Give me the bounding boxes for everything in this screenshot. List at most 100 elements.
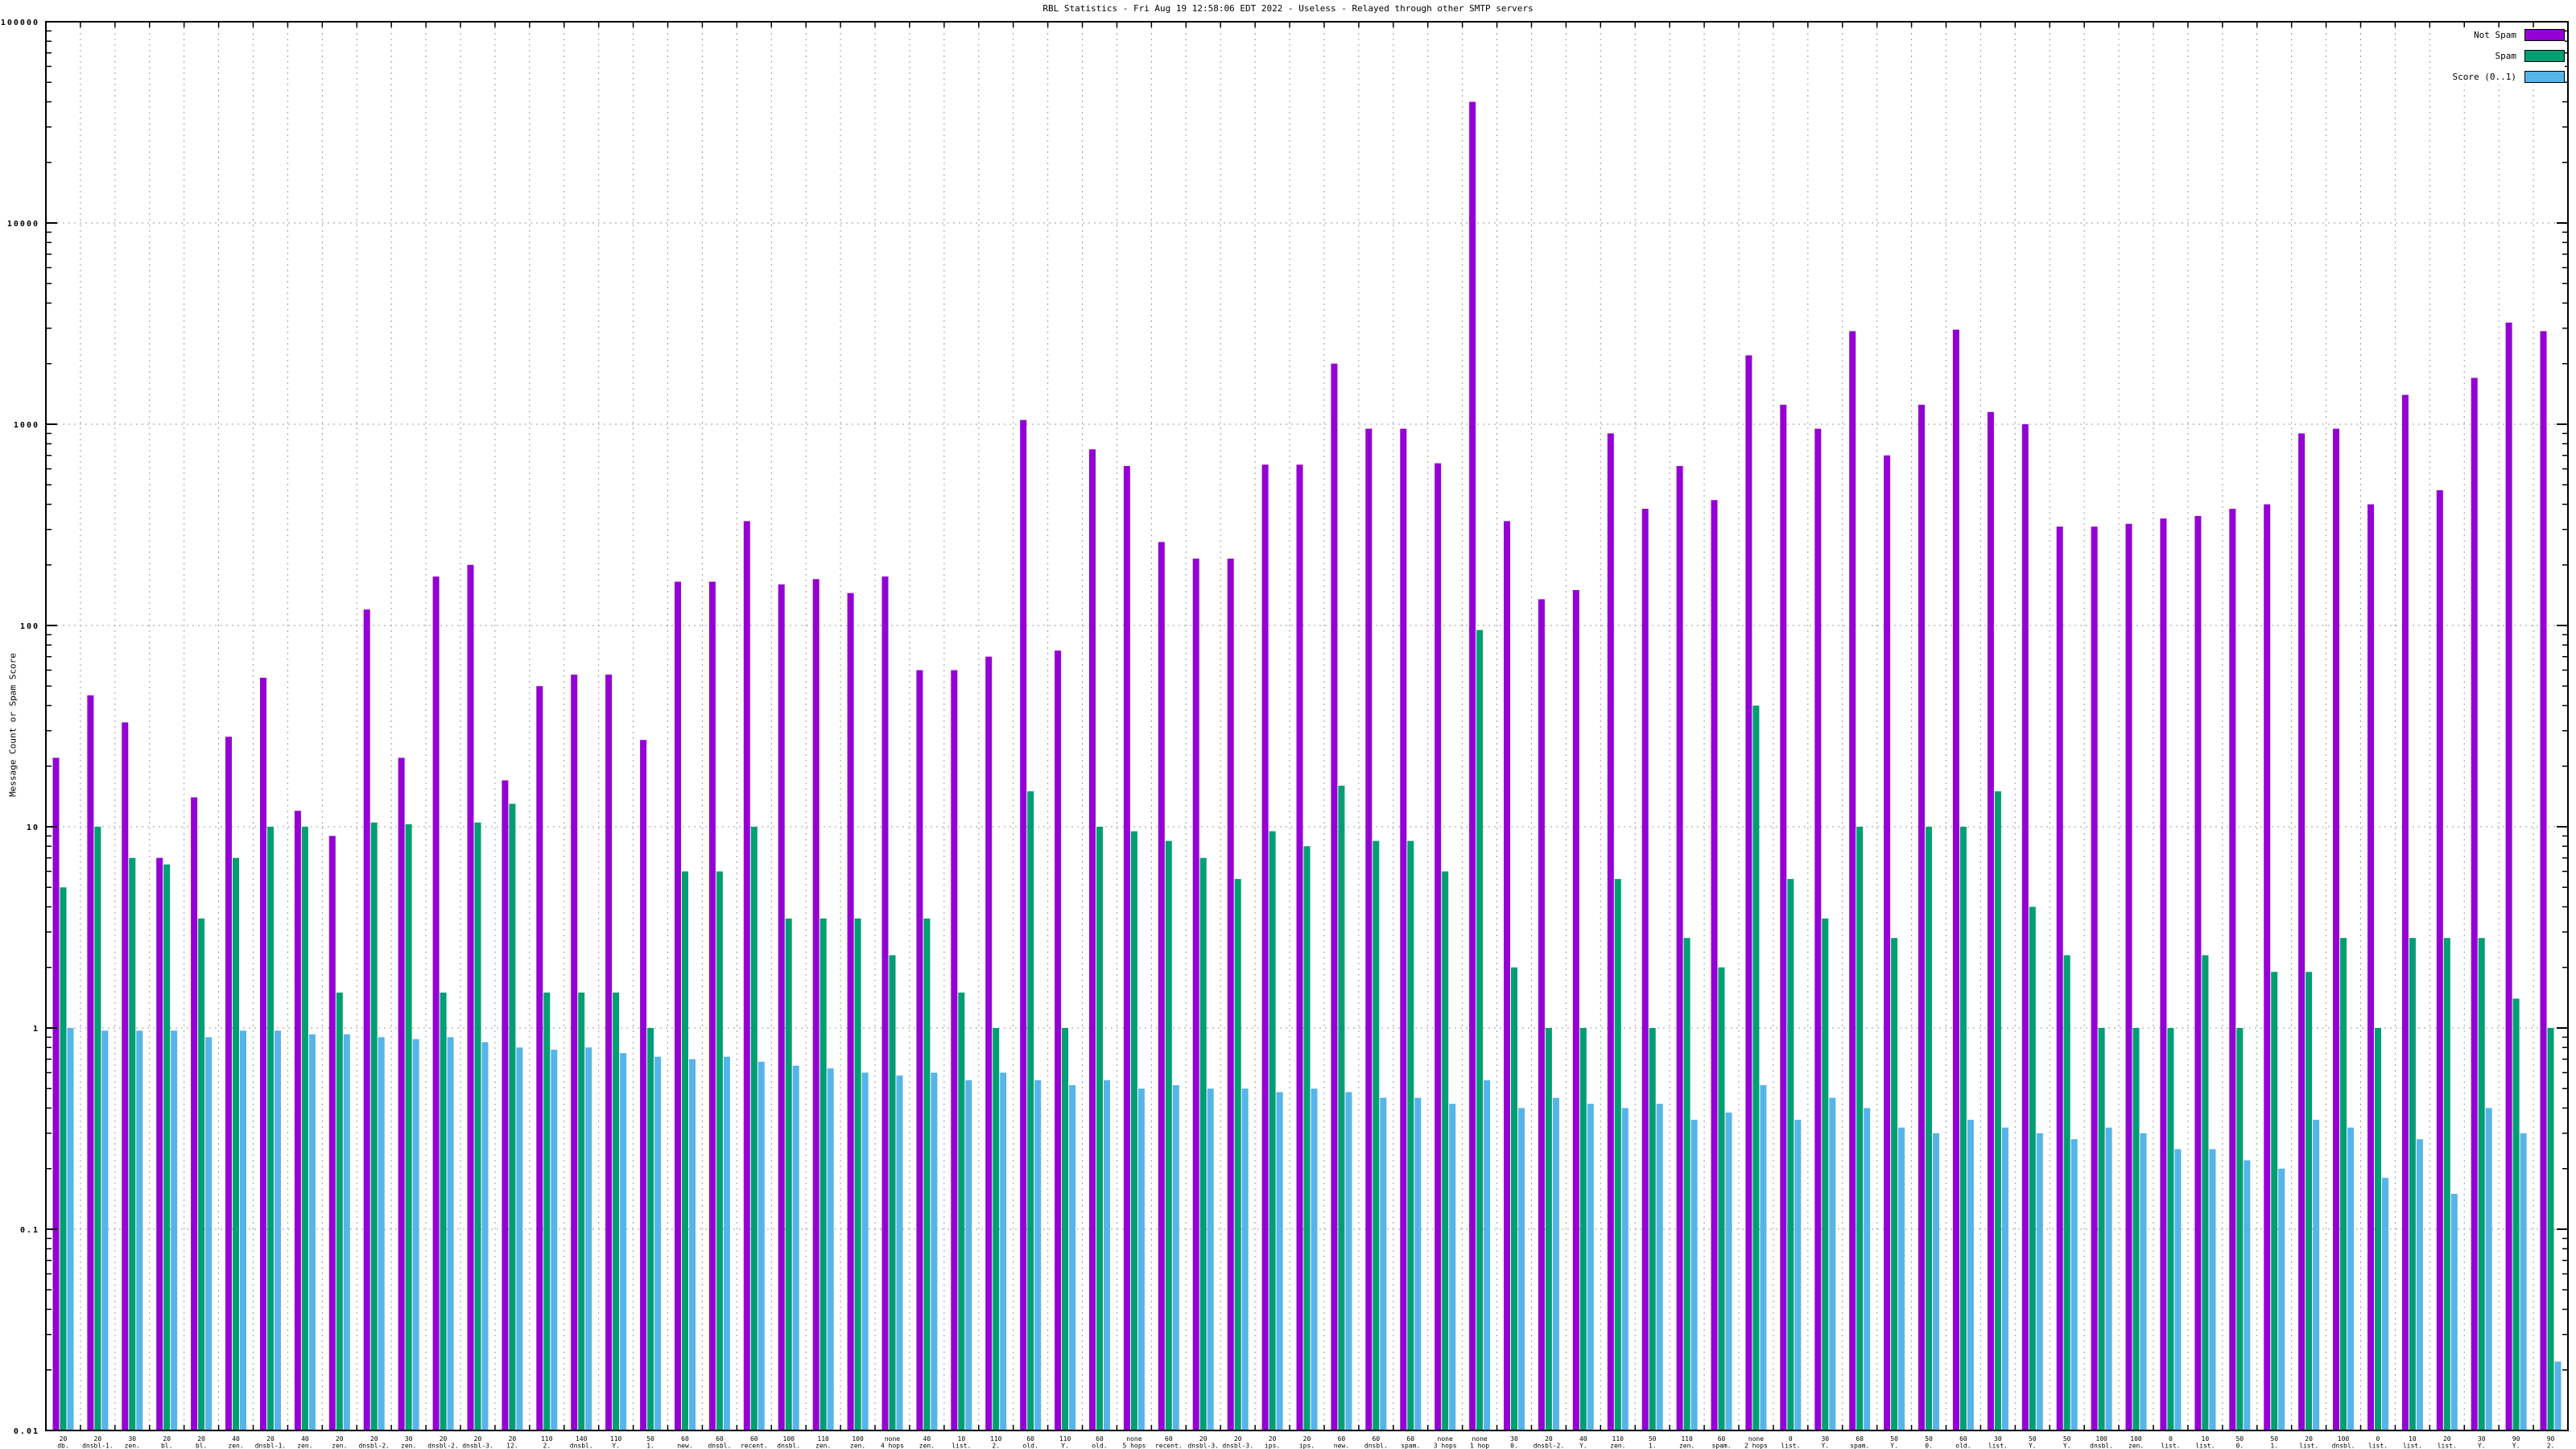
bar-spam bbox=[1926, 827, 1932, 1430]
x-axis-label: 20ips.backscatterer.org1 hop bbox=[1245, 1435, 1299, 1449]
bar-score bbox=[585, 1047, 592, 1430]
bar-score bbox=[2106, 1128, 2112, 1430]
x-axis-label: 20dnsbl-3.uceprotect.net2 hops bbox=[456, 1435, 499, 1449]
bar-not-spam bbox=[260, 678, 266, 1430]
bar-not-spam bbox=[1953, 330, 1959, 1431]
bar-not-spam bbox=[1228, 559, 1234, 1430]
bar-not-spam bbox=[1158, 542, 1165, 1430]
x-axis-label: none1 hop bbox=[1470, 1435, 1489, 1449]
x-axis-label: 30Y.list.dnswl.org1 hop bbox=[1814, 1435, 1837, 1449]
bar-spam bbox=[1580, 1028, 1587, 1430]
bar-score bbox=[793, 1066, 799, 1430]
bar-not-spam bbox=[1573, 590, 1579, 1430]
y-tick-label: 1 bbox=[33, 1025, 39, 1034]
x-axis-label: 0list.dnswl.org2 hops bbox=[2366, 1435, 2389, 1449]
x-axis-label: 110Y.list.dnswl.org1 hop bbox=[1054, 1435, 1077, 1449]
bar-not-spam bbox=[1435, 464, 1441, 1431]
x-axis-label: 20dnsbl-3.uceprotect.net3 hops bbox=[1216, 1435, 1259, 1449]
bar-not-spam bbox=[433, 576, 440, 1430]
bar-score bbox=[136, 1030, 142, 1430]
x-axis-label: 60old.spam.dnsbl.sorbs.net1 hop bbox=[1088, 1435, 1112, 1449]
bar-not-spam bbox=[1642, 509, 1649, 1430]
bar-spam bbox=[1027, 791, 1034, 1430]
x-axis-label: 20list.dnswl.org1 hop bbox=[2435, 1435, 2458, 1449]
legend-item-not-spam: Not Spam bbox=[2453, 29, 2565, 41]
bar-not-spam bbox=[2229, 509, 2235, 1430]
bar-score bbox=[448, 1037, 454, 1430]
bar-not-spam bbox=[1745, 355, 1752, 1430]
bar-score bbox=[1898, 1128, 1905, 1430]
x-axis-label: 300.list.dnswl.org1 hop bbox=[1503, 1435, 1526, 1449]
bar-score bbox=[240, 1030, 246, 1430]
bar-score bbox=[551, 1050, 557, 1430]
bar-not-spam bbox=[2333, 429, 2339, 1430]
bar-spam bbox=[890, 956, 896, 1430]
bar-spam bbox=[475, 823, 481, 1430]
bar-not-spam bbox=[329, 836, 336, 1430]
bar-not-spam bbox=[1988, 412, 1994, 1430]
x-axis-label: 100zen.spamhaus.org1 hop bbox=[840, 1435, 875, 1449]
x-axis-label: 50Y.list.dnswl.org1 hop bbox=[2021, 1435, 2044, 1449]
bar-spam bbox=[371, 823, 378, 1430]
bar-score bbox=[1138, 1088, 1145, 1430]
bar-not-spam bbox=[468, 565, 474, 1430]
bar-not-spam bbox=[191, 798, 197, 1431]
bar-not-spam bbox=[640, 740, 646, 1430]
bar-not-spam bbox=[2194, 516, 2201, 1430]
x-axis-label: 40zen.spamhaus.org2 hops bbox=[910, 1435, 944, 1449]
bar-not-spam bbox=[502, 780, 508, 1430]
bar-not-spam bbox=[2022, 424, 2029, 1430]
bar-score bbox=[2451, 1194, 2458, 1430]
bar-spam bbox=[267, 827, 274, 1430]
bar-score bbox=[931, 1073, 937, 1431]
bar-spam bbox=[682, 872, 688, 1431]
bar-score bbox=[1242, 1088, 1249, 1430]
x-axis-label: 40zen.spamhaus.org3 hops bbox=[287, 1435, 322, 1449]
bar-score bbox=[620, 1053, 626, 1430]
bar-not-spam bbox=[709, 582, 716, 1430]
x-axis-label: 20zen.spamhaus.org3 hops bbox=[322, 1435, 357, 1449]
y-tick-label: 100000 bbox=[1, 19, 39, 27]
bar-not-spam bbox=[2402, 395, 2409, 1431]
bar-score bbox=[1104, 1080, 1110, 1430]
legend-swatch-spam bbox=[2524, 50, 2565, 62]
legend-item-spam: Spam bbox=[2453, 50, 2565, 62]
bar-spam bbox=[1511, 968, 1517, 1430]
bar-score bbox=[413, 1039, 419, 1430]
x-axis-label: 20dnsbl-3.uceprotect.net1 hop bbox=[1182, 1435, 1224, 1449]
x-axis-label: 500.list.dnswl.org2 hops bbox=[2228, 1435, 2252, 1449]
bar-score bbox=[344, 1034, 350, 1430]
x-axis-label: 501.list.dnswl.org3 hops bbox=[639, 1435, 663, 1449]
bar-not-spam bbox=[156, 858, 163, 1430]
bar-not-spam bbox=[1297, 464, 1303, 1430]
bar-spam bbox=[820, 919, 827, 1430]
x-axis-label: 90Y.list.dnswl.org1 hop bbox=[2504, 1435, 2528, 1449]
x-axis-label: 10list.dnswl.org2 hops bbox=[2194, 1435, 2217, 1449]
bar-spam bbox=[1856, 827, 1863, 1430]
bar-score bbox=[1829, 1098, 1835, 1430]
x-axis-label: 60spam.dnsbl.sorbs.net1 hop bbox=[1848, 1435, 1872, 1449]
bar-not-spam bbox=[1780, 405, 1786, 1430]
bar-spam bbox=[2548, 1028, 2554, 1430]
x-axis-label: 902.list.dnswl.org1 hop bbox=[2539, 1435, 2562, 1449]
bar-score bbox=[1933, 1133, 1939, 1430]
bar-spam bbox=[855, 919, 861, 1430]
bar-score bbox=[309, 1034, 316, 1430]
bar-not-spam bbox=[2160, 518, 2166, 1430]
bar-spam bbox=[2271, 972, 2277, 1430]
y-tick-label: 10 bbox=[27, 824, 39, 832]
bar-not-spam bbox=[1677, 466, 1683, 1430]
bar-not-spam bbox=[2057, 526, 2063, 1430]
bar-score bbox=[2417, 1139, 2423, 1430]
bar-spam bbox=[1684, 938, 1690, 1430]
bar-spam bbox=[2236, 1028, 2243, 1430]
x-axis-label: 110zen.spamhaus.org1 hop bbox=[806, 1435, 840, 1449]
bar-not-spam bbox=[1814, 429, 1821, 1430]
legend-label-not-spam: Not Spam bbox=[2474, 30, 2516, 40]
bar-not-spam bbox=[1089, 449, 1096, 1430]
bar-not-spam bbox=[225, 737, 232, 1430]
bar-score bbox=[2486, 1108, 2492, 1431]
bar-score bbox=[1208, 1088, 1214, 1430]
bar-not-spam bbox=[122, 722, 128, 1430]
x-axis-label: 50Y.list.dnswl.org3 hops bbox=[2055, 1435, 2079, 1449]
